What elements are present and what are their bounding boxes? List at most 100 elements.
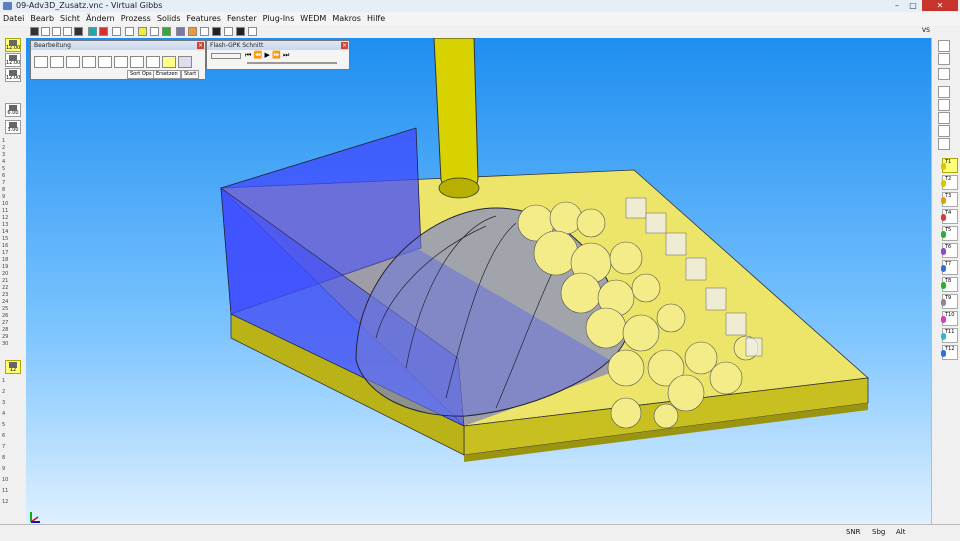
pointer-icon[interactable] — [212, 27, 221, 36]
view-icon[interactable] — [938, 112, 950, 124]
status-bar: SNR Sbg Alt — [0, 524, 960, 541]
menu-hilfe[interactable]: Hilfe — [364, 12, 388, 25]
tool-slot-active[interactable]: 12 — [5, 360, 21, 374]
op-button[interactable] — [178, 56, 192, 68]
maximize-button[interactable]: □ — [906, 0, 920, 11]
render-icon[interactable] — [150, 27, 159, 36]
render-icon[interactable] — [176, 27, 185, 36]
render-icon[interactable] — [112, 27, 121, 36]
view-icon[interactable] — [63, 27, 72, 36]
menu-bearb[interactable]: Bearb — [27, 12, 57, 25]
window-title: 09-Adv3D_Zusatz.vnc - Virtual Gibbs — [16, 1, 163, 10]
menu-prozess[interactable]: Prozess — [118, 12, 154, 25]
view-icon[interactable] — [938, 138, 950, 150]
op-button[interactable] — [82, 56, 96, 68]
op-button[interactable] — [50, 56, 64, 68]
ersetzen-button[interactable]: Ersetzen — [153, 70, 181, 79]
tool-item-t5[interactable]: T5 — [941, 226, 958, 241]
ruler-number: 2 — [2, 145, 6, 151]
tool-item-t9[interactable]: T9 — [941, 294, 958, 309]
tool-item-t2[interactable]: T2 — [941, 175, 958, 190]
menu-fenster[interactable]: Fenster — [224, 12, 260, 25]
tool-slot[interactable]: 6.00 — [5, 103, 21, 117]
op-button[interactable] — [130, 56, 144, 68]
render-icon[interactable] — [125, 27, 134, 36]
ruler-number: 12 — [2, 499, 9, 505]
tool-slot[interactable]: 12.00 — [5, 68, 21, 82]
op-button[interactable] — [162, 56, 176, 68]
tool-label: T2 — [945, 176, 952, 182]
tool-item-t4[interactable]: T4 — [941, 209, 958, 224]
tool-slot[interactable]: 12.00 — [5, 53, 21, 67]
close-button[interactable]: ✕ — [922, 0, 958, 11]
view-icon[interactable] — [41, 27, 50, 36]
tool-item-t3[interactable]: T3 — [941, 192, 958, 207]
ruler-number: 27 — [2, 320, 9, 326]
view-icon[interactable] — [30, 27, 39, 36]
view-icon[interactable] — [938, 99, 950, 111]
op-button[interactable] — [34, 56, 48, 68]
position-slider[interactable] — [247, 62, 337, 64]
start-button[interactable]: Start — [181, 70, 200, 79]
view-icon[interactable] — [74, 27, 83, 36]
tool-slot-active[interactable]: 12.00 — [5, 38, 21, 52]
op-button[interactable] — [98, 56, 112, 68]
flash-panel: Flash-GPK Schnitt × ⏮ ⏪ ▶ ⏩ ⏭ — [206, 40, 350, 70]
tool-icon — [9, 122, 17, 128]
menu-andern[interactable]: Ändern — [83, 12, 118, 25]
menu-solids[interactable]: Solids — [154, 12, 184, 25]
menu-makros[interactable]: Makros — [329, 12, 364, 25]
op-button[interactable] — [66, 56, 80, 68]
tool-label: T1 — [945, 159, 952, 165]
tool-item-t6[interactable]: T6 — [941, 243, 958, 258]
render-icon[interactable] — [162, 27, 171, 36]
render-icon[interactable] — [200, 27, 209, 36]
view-icon[interactable] — [938, 53, 950, 65]
pointer-icon[interactable] — [224, 27, 233, 36]
main-toolbar: R3 A3 VS — [0, 25, 960, 64]
view-icon[interactable] — [938, 125, 950, 137]
op-button[interactable] — [114, 56, 128, 68]
ruler-number: 5 — [2, 422, 6, 428]
menu-plugins[interactable]: Plug-Ins — [260, 12, 298, 25]
menu-wedm[interactable]: WEDM — [297, 12, 329, 25]
ruler-number: 6 — [2, 173, 6, 179]
menu-features[interactable]: Features — [184, 12, 224, 25]
menu-datei[interactable]: Datei — [0, 12, 27, 25]
tool-item-t11[interactable]: T11 — [941, 328, 958, 343]
3d-viewport[interactable] — [26, 37, 931, 524]
render-icon[interactable] — [138, 27, 147, 36]
menu-sicht[interactable]: Sicht — [57, 12, 83, 25]
tool-label: T7 — [945, 261, 952, 267]
op-button[interactable] — [146, 56, 160, 68]
close-icon[interactable]: × — [197, 42, 204, 49]
tool-item-t8[interactable]: T8 — [941, 277, 958, 292]
render-icon[interactable] — [88, 27, 97, 36]
pointer-icon[interactable] — [248, 27, 257, 36]
view-icon[interactable] — [938, 40, 950, 52]
view-icon[interactable] — [938, 68, 950, 80]
ruler-number: 29 — [2, 334, 9, 340]
sort-ops-button[interactable]: Sort Ops — [127, 70, 155, 79]
tool-slot[interactable]: 3.00 — [5, 120, 21, 134]
right-toolbar: T1 T2 T3 T4 T5 T6 T7 T8 T9 T10 T11 T12 — [931, 38, 960, 524]
close-icon[interactable]: × — [341, 42, 348, 49]
ruler-number: 4 — [2, 411, 6, 417]
tool-item-t1[interactable]: T1 — [941, 158, 958, 173]
pointer-icon[interactable] — [236, 27, 245, 36]
ruler-number: 9 — [2, 194, 6, 200]
ruler-number: 3 — [2, 400, 6, 406]
view-icon[interactable] — [938, 86, 950, 98]
render-icon[interactable] — [99, 27, 108, 36]
minimize-button[interactable]: – — [890, 0, 904, 11]
tool-item-t10[interactable]: T10 — [941, 311, 958, 326]
view-icon[interactable] — [52, 27, 61, 36]
playback-controls[interactable]: ⏮ ⏪ ▶ ⏩ ⏭ — [245, 51, 289, 60]
tool-list: T1 T2 T3 T4 T5 T6 T7 T8 T9 T10 T11 T12 — [932, 158, 960, 518]
render-icon[interactable] — [188, 27, 197, 36]
ruler-number: 28 — [2, 327, 9, 333]
tool-item-t12[interactable]: T12 — [941, 345, 958, 360]
app-icon — [3, 2, 12, 10]
tool-item-t7[interactable]: T7 — [941, 260, 958, 275]
tool-shank — [433, 37, 479, 193]
